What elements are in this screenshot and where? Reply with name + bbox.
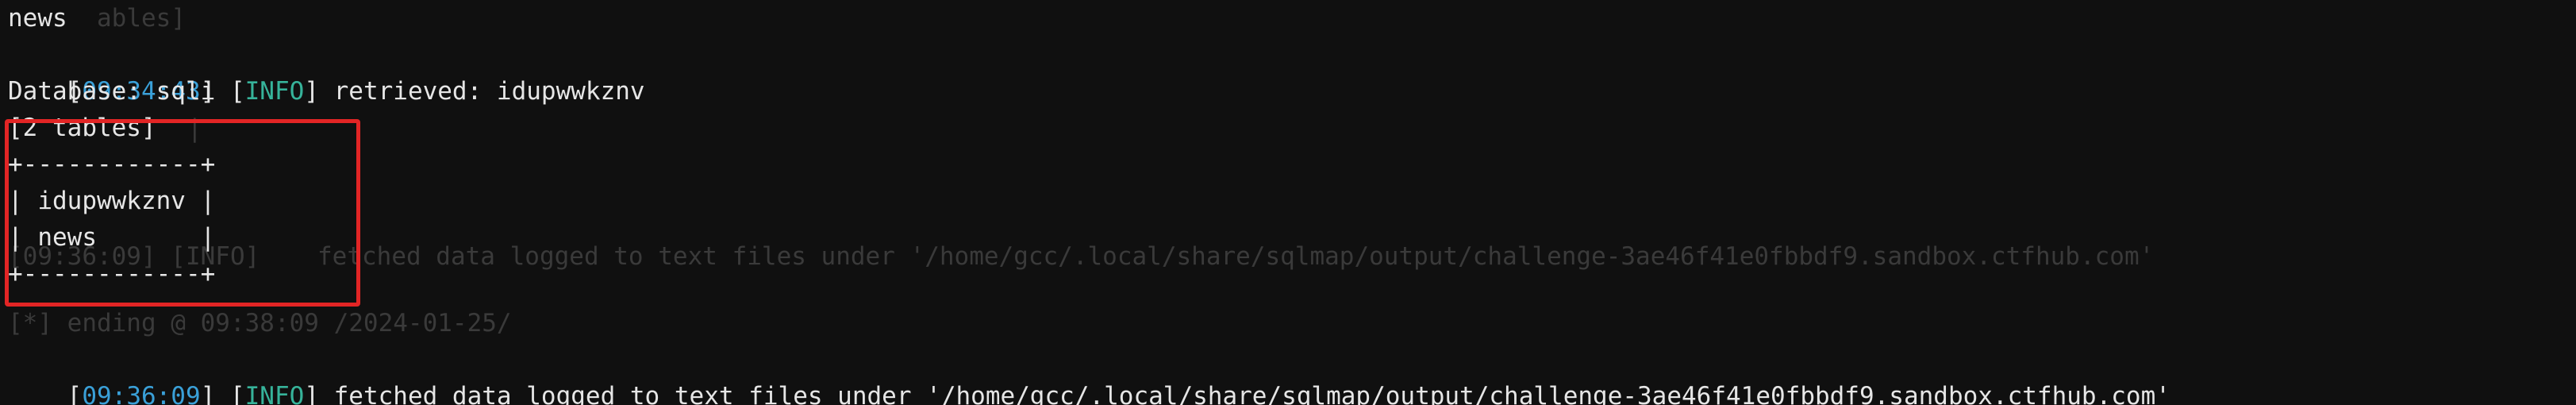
log-line-retrieved: [09:34:43] [INFO] retrieved: idupwwkznv: [8, 37, 645, 106]
ghost-text: fetched data logged to text files under …: [317, 242, 2155, 271]
output-line-news: news: [8, 4, 67, 33]
log-message: ] retrieved: idupwwkznv: [304, 77, 645, 106]
log-message: ] fetched data logged to text files unde…: [304, 382, 2170, 405]
timestamp: 09:36:09: [82, 382, 201, 405]
bracket: ] [: [200, 382, 245, 405]
ghost-text: [*] ending @ 09:38:09 /2024-01-25/: [8, 309, 512, 338]
log-level: INFO: [244, 382, 305, 405]
log-level: INFO: [244, 77, 305, 106]
terminal-window[interactable]: ables] | [09:36:09] [INFO] fetched data …: [0, 0, 2576, 405]
database-line: Database: sqli: [8, 77, 216, 106]
bracket: [: [67, 382, 83, 405]
log-line-fetched: [09:36:09] [INFO] fetched data logged to…: [8, 341, 2170, 405]
ghost-text: ables]: [97, 4, 186, 33]
highlight-annotation-box: [5, 119, 360, 307]
